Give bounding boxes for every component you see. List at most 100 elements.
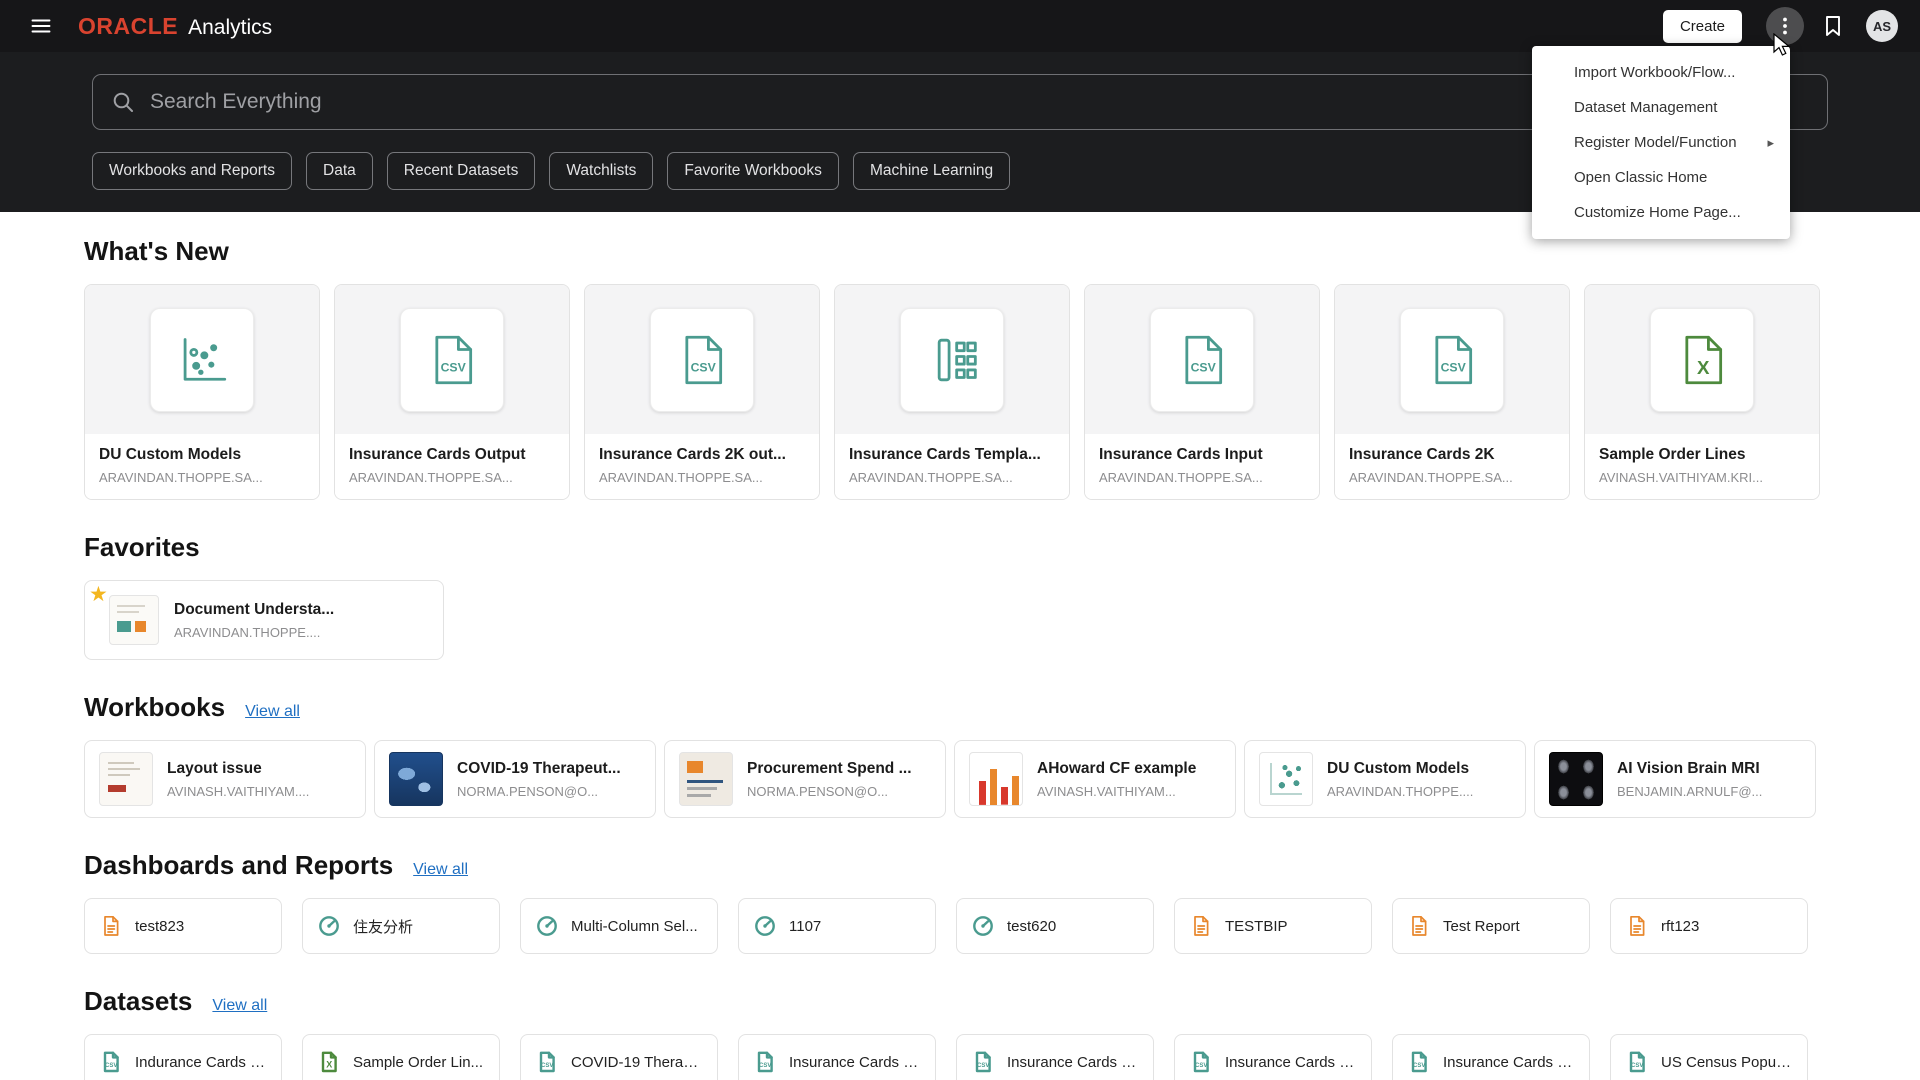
dataset-card[interactable]: CSV X Sample Order Lin... — [302, 1034, 500, 1080]
dashboard-icon — [537, 916, 557, 936]
flow-icon — [937, 338, 977, 381]
card-title: Insurance Cards 2K — [1349, 446, 1495, 463]
menu-item-label: Customize Home Page... — [1574, 204, 1741, 221]
datasets-view-all-link[interactable]: View all — [212, 997, 267, 1015]
hamburger-menu-button[interactable] — [22, 7, 60, 45]
card-title: test823 — [135, 917, 185, 935]
xlsx-file-icon: X — [1685, 335, 1723, 384]
workbook-card[interactable]: COVID-19 Therapeut... NORMA.PENSON@O... — [374, 740, 656, 818]
dashboard-card[interactable]: CSV X rft123 — [1610, 898, 1808, 954]
card-thumbnail — [109, 595, 159, 645]
card-author: NORMA.PENSON@O... — [747, 783, 889, 799]
card-meta: Insurance Cards Input ARAVINDAN.THOPPE.S… — [1085, 434, 1319, 499]
csv-file-icon: CSV — [1411, 1051, 1427, 1073]
card-title: US Census Popula... — [1661, 1053, 1793, 1071]
card-meta: Insurance Cards Templa... ARAVINDAN.THOP… — [835, 434, 1069, 499]
whats-new-card[interactable]: CSV X — [334, 284, 570, 500]
whats-new-card[interactable]: CSV X — [84, 284, 320, 500]
dataset-card[interactable]: CSV X Insurance Cards 2K — [1392, 1034, 1590, 1080]
svg-text:CSV: CSV — [759, 1063, 771, 1069]
dataset-card[interactable]: CSV X US Census Popula... — [1610, 1034, 1808, 1080]
scatter-chart-icon — [183, 337, 227, 381]
workbook-card[interactable]: AI Vision Brain MRI BENJAMIN.ARNULF@... — [1534, 740, 1816, 818]
svg-text:CSV: CSV — [691, 360, 717, 374]
search-icon — [113, 92, 133, 112]
dataset-card[interactable]: CSV X Indurance Cards B... — [84, 1034, 282, 1080]
icon-tile: CSV X — [650, 307, 754, 412]
menu-item[interactable]: Import Workbook/Flow... ▸ — [1532, 55, 1790, 90]
whats-new-card[interactable]: CSV X — [1334, 284, 1570, 500]
icon-tile: CSV X — [1150, 307, 1254, 412]
brand: ORACLE Analytics — [78, 13, 272, 40]
menu-item[interactable]: Customize Home Page... ▸ — [1532, 195, 1790, 230]
whats-new-card[interactable]: CSV X — [584, 284, 820, 500]
card-title: Multi-Column Sel... — [571, 917, 698, 935]
dashboard-card[interactable]: CSV X test823 — [84, 898, 282, 954]
menu-item[interactable]: Open Classic Home ▸ — [1532, 160, 1790, 195]
card-art: CSV X — [1335, 285, 1569, 434]
dashboard-card[interactable]: CSV X 住友分析 — [302, 898, 500, 954]
search-filter-chip[interactable]: Workbooks and Reports — [92, 152, 292, 190]
dashboard-card[interactable]: CSV X TESTBIP — [1174, 898, 1372, 954]
card-meta: Insurance Cards Output ARAVINDAN.THOPPE.… — [335, 434, 569, 499]
card-art: CSV X — [585, 285, 819, 434]
card-meta: COVID-19 Therapeut... NORMA.PENSON@O... — [457, 760, 641, 799]
menu-item[interactable]: Register Model/Function ▸ — [1532, 125, 1790, 160]
dashboard-card[interactable]: CSV X 1107 — [738, 898, 936, 954]
search-filter-chip[interactable]: Watchlists — [549, 152, 654, 190]
dashboard-card[interactable]: CSV X test620 — [956, 898, 1154, 954]
submenu-arrow-icon: ▸ — [1767, 134, 1774, 150]
card-art: CSV X — [1085, 285, 1319, 434]
card-author: ARAVINDAN.THOPPE.SA... — [849, 470, 1013, 485]
workbooks-card-row: Layout issue AVINASH.VAITHIYAM.... COVID… — [84, 740, 1836, 818]
whats-new-card[interactable]: CSV X — [1084, 284, 1320, 500]
card-author: ARAVINDAN.THOPPE.SA... — [599, 470, 763, 485]
menu-item-label: Dataset Management — [1574, 99, 1718, 116]
card-title: DU Custom Models — [99, 446, 242, 463]
dashboards-view-all-link[interactable]: View all — [413, 861, 468, 879]
card-title: Insurance Cards Output — [349, 446, 526, 463]
dataset-card[interactable]: CSV X Insurance Cards 2... — [956, 1034, 1154, 1080]
csv-file-icon: CSV — [1435, 335, 1473, 384]
menu-item[interactable]: Dataset Management ▸ — [1532, 90, 1790, 125]
whats-new-card[interactable]: CSV X — [834, 284, 1070, 500]
card-title: Insurance Cards 2... — [1007, 1053, 1139, 1071]
search-filter-chip[interactable]: Data — [306, 152, 373, 190]
menu-item-label: Register Model/Function — [1574, 134, 1737, 151]
search-filter-chip[interactable]: Favorite Workbooks — [667, 152, 839, 190]
bookmarks-button[interactable] — [1814, 7, 1852, 45]
card-meta: Insurance Cards 2K out... ARAVINDAN.THOP… — [585, 434, 819, 499]
svg-text:X: X — [326, 1060, 332, 1070]
card-author: ARAVINDAN.THOPPE.SA... — [99, 470, 263, 485]
section-datasets: Datasets View all CSV Indurance Cards B.… — [84, 986, 1836, 1080]
menu-item-label: Open Classic Home — [1574, 169, 1708, 186]
card-author: BENJAMIN.ARNULF@... — [1617, 783, 1763, 799]
workbook-card[interactable]: DU Custom Models ARAVINDAN.THOPPE.... — [1244, 740, 1526, 818]
search-filter-chip[interactable]: Machine Learning — [852, 152, 1011, 190]
workbook-card[interactable]: Procurement Spend ... NORMA.PENSON@O... — [664, 740, 946, 818]
dashboard-icon — [319, 916, 339, 936]
whats-new-card[interactable]: CSV X — [1584, 284, 1820, 500]
card-author: NORMA.PENSON@O... — [457, 783, 599, 799]
dataset-card[interactable]: CSV X Insurance Cards In... — [1174, 1034, 1372, 1080]
workbooks-view-all-link[interactable]: View all — [245, 703, 300, 721]
card-title: Insurance Cards O... — [789, 1053, 921, 1071]
card-title: 1107 — [789, 917, 822, 935]
dataset-card[interactable]: CSV X COVID-19 Therap... — [520, 1034, 718, 1080]
dashboard-card[interactable]: CSV X Test Report — [1392, 898, 1590, 954]
create-button[interactable]: Create — [1662, 9, 1742, 43]
card-author: AVINASH.VAITHIYAM.KRI... — [1599, 470, 1763, 485]
avatar[interactable]: AS — [1866, 10, 1898, 42]
dashboard-card[interactable]: CSV X Multi-Column Sel... — [520, 898, 718, 954]
card-title: DU Custom Models — [1327, 759, 1470, 777]
workbook-card[interactable]: AHoward CF example AVINASH.VAITHIYAM... — [954, 740, 1236, 818]
workbook-card[interactable]: Layout issue AVINASH.VAITHIYAM.... — [84, 740, 366, 818]
dashboard-icon — [755, 916, 775, 936]
card-title: Insurance Cards 2K — [1443, 1053, 1575, 1071]
search-filter-chip[interactable]: Recent Datasets — [386, 152, 536, 190]
card-title: test620 — [1007, 917, 1057, 935]
page-menu-button[interactable] — [1766, 7, 1804, 45]
dataset-card[interactable]: CSV X Insurance Cards O... — [738, 1034, 936, 1080]
whats-new-card-row: CSV X — [84, 284, 1836, 500]
favorite-card[interactable]: ★ Document Understa... ARAVINDAN.THOPPE.… — [84, 580, 444, 660]
